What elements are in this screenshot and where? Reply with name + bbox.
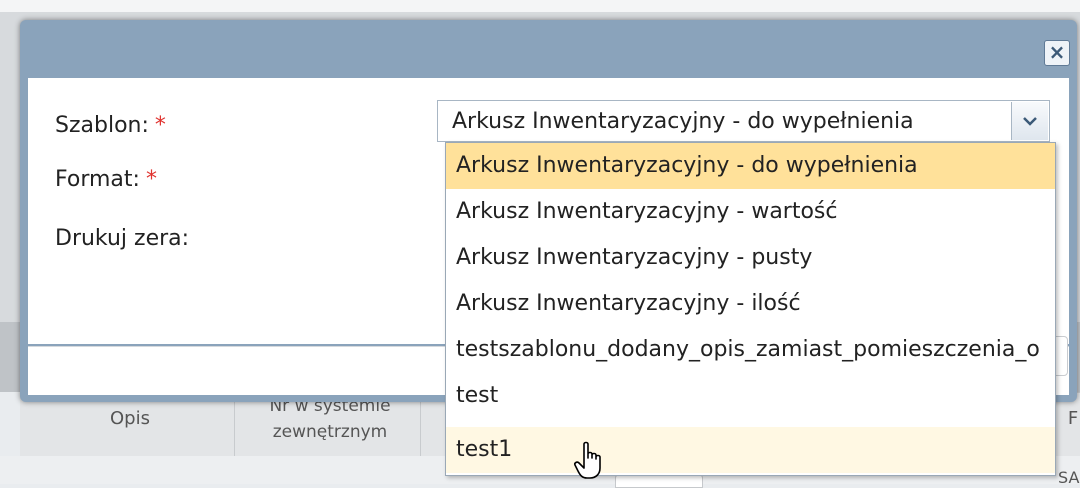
drukuj-zera-label: Drukuj zera: [55,226,190,251]
required-marker: * [154,113,166,138]
szablon-select-value: Arkusz Inwentaryzacyjny - do wypełnienia [452,109,914,134]
grid-header-nr-line2[interactable]: zewnętrznym [240,422,420,442]
format-label: Format: * [55,167,157,192]
page-corner-text: SA [1058,468,1080,487]
szablon-dropdown-list: Arkusz Inwentaryzacyjny - do wypełnienia… [445,142,1056,476]
chevron-down-icon[interactable] [1011,102,1048,140]
szablon-select[interactable]: Arkusz Inwentaryzacyjny - do wypełnienia [437,100,1050,142]
dropdown-option[interactable]: Arkusz Inwentaryzacyjny - pusty [446,235,1055,281]
format-label-text: Format: [55,167,140,192]
hand-cursor-icon [574,441,601,479]
dropdown-option[interactable]: test1 [446,427,1055,473]
szablon-label: Szablon: * [55,113,166,138]
page-top-bar [0,0,1080,12]
grid-header-right[interactable]: F [1066,408,1080,429]
dropdown-option[interactable]: Arkusz Inwentaryzacyjny - ilość [446,281,1055,327]
close-icon[interactable]: × [1044,40,1070,66]
grid-header-opis[interactable]: Opis [60,408,200,429]
dialog-titlebar[interactable] [20,20,1077,76]
dropdown-option[interactable]: Arkusz Inwentaryzacyjny - do wypełnienia [446,143,1055,189]
page-bottom-button[interactable] [615,474,703,488]
szablon-label-text: Szablon: [55,113,149,138]
dropdown-option[interactable]: Arkusz Inwentaryzacyjny - wartość [446,189,1055,235]
required-marker: * [145,167,157,192]
dropdown-option[interactable]: testszablonu_dodany_opis_zamiast_pomiesz… [446,327,1055,373]
dropdown-option[interactable]: test [446,373,1055,419]
